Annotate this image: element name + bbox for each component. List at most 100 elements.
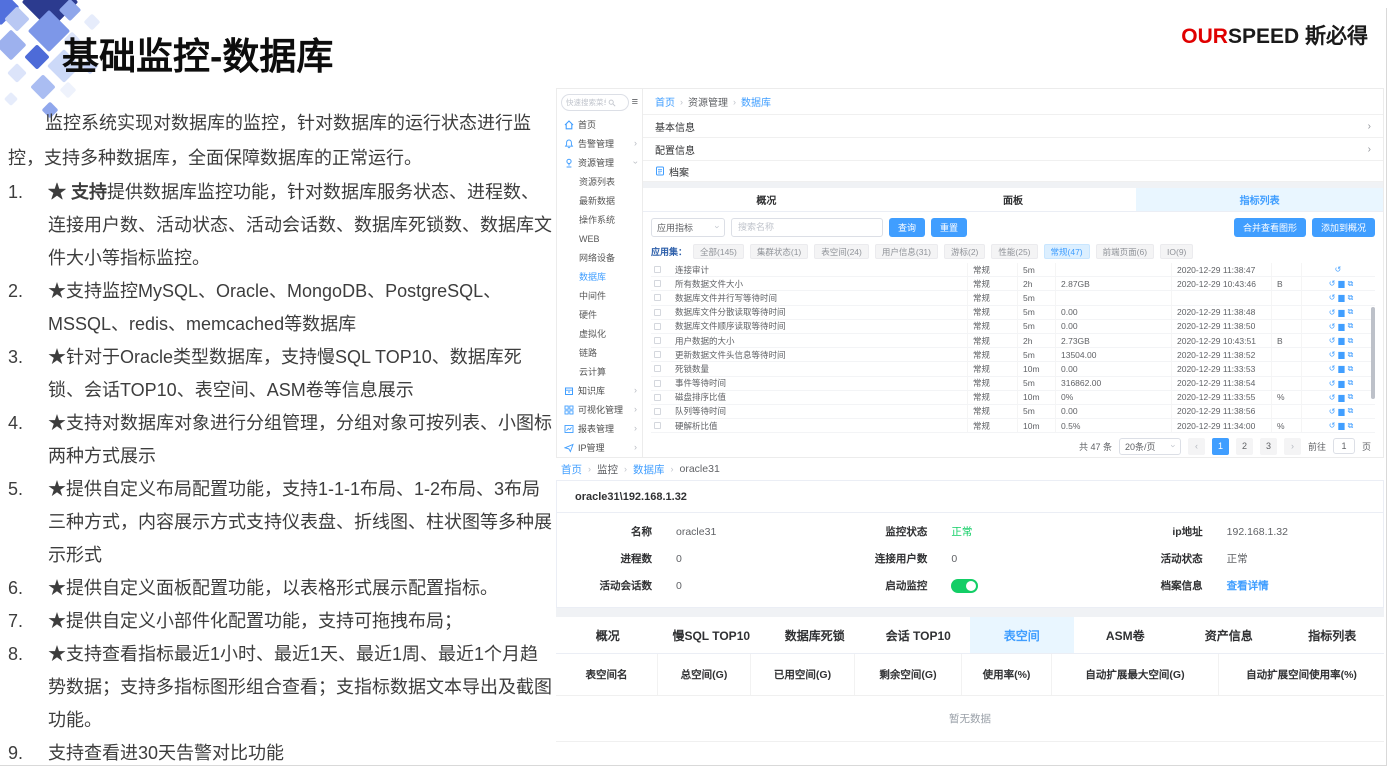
sidebar-item-resource[interactable]: 资源管理›: [557, 153, 642, 172]
external-link-icon[interactable]: ⧉: [1348, 321, 1354, 331]
quick-search-box[interactable]: [561, 94, 629, 111]
tab-metric-list[interactable]: 指标列表: [1281, 617, 1385, 653]
view-details-link[interactable]: 查看详情: [1227, 578, 1269, 593]
history-icon[interactable]: ↺: [1329, 364, 1336, 373]
row-checkbox[interactable]: [654, 294, 661, 301]
external-link-icon[interactable]: ⧉: [1348, 350, 1354, 360]
page-2-button[interactable]: 2: [1236, 438, 1253, 455]
metric-search-input[interactable]: [731, 218, 883, 237]
prev-page-button[interactable]: ‹: [1188, 438, 1205, 455]
add-to-overview-button[interactable]: 添加到概况: [1312, 218, 1375, 237]
sidebar-subitem-os[interactable]: 操作系统: [557, 210, 642, 229]
external-link-icon[interactable]: ⧉: [1348, 421, 1354, 431]
chip-all[interactable]: 全部(145): [693, 244, 744, 259]
chip-cluster-status[interactable]: 集群状态(1): [750, 244, 808, 259]
external-link-icon[interactable]: ⧉: [1348, 336, 1354, 346]
chart-icon[interactable]: ▆: [1338, 364, 1344, 373]
reset-button[interactable]: 重置: [931, 218, 967, 237]
external-link-icon[interactable]: ⧉: [1348, 392, 1354, 402]
external-link-icon[interactable]: ⧉: [1348, 406, 1354, 416]
chart-icon[interactable]: ▆: [1338, 393, 1344, 402]
chip-cursor[interactable]: 游标(2): [944, 244, 985, 259]
breadcrumb-home[interactable]: 首页: [655, 94, 675, 109]
history-icon[interactable]: ↺: [1329, 421, 1336, 430]
row-checkbox[interactable]: [654, 280, 661, 287]
sidebar-item-visualization[interactable]: 可视化管理›: [557, 400, 642, 419]
chart-icon[interactable]: ▆: [1338, 336, 1344, 345]
history-icon[interactable]: ↺: [1329, 379, 1336, 388]
chart-icon[interactable]: ▆: [1338, 279, 1344, 288]
sidebar-subitem-middleware[interactable]: 中间件: [557, 286, 642, 305]
chart-icon[interactable]: ▆: [1338, 379, 1344, 388]
section-basic-info[interactable]: 基本信息›: [643, 115, 1383, 138]
chip-regular[interactable]: 常规(47): [1044, 244, 1090, 259]
tab-panel[interactable]: 面板: [890, 188, 1137, 211]
sidebar-subitem-resource-list[interactable]: 资源列表: [557, 172, 642, 191]
external-link-icon[interactable]: ⧉: [1348, 364, 1354, 374]
chip-user-info[interactable]: 用户信息(31): [875, 244, 938, 259]
sidebar-item-alarm[interactable]: 告警管理›: [557, 134, 642, 153]
tab-db-deadlock[interactable]: 数据库死锁: [763, 617, 867, 653]
tab-asm-volume[interactable]: ASM卷: [1074, 617, 1178, 653]
merge-view-button[interactable]: 合并查看图形: [1234, 218, 1306, 237]
row-checkbox[interactable]: [654, 408, 661, 415]
external-link-icon[interactable]: ⧉: [1348, 279, 1354, 289]
sidebar-subitem-link[interactable]: 链路: [557, 343, 642, 362]
tab-overview[interactable]: 概况: [556, 617, 660, 653]
row-checkbox[interactable]: [654, 309, 661, 316]
history-icon[interactable]: ↺: [1335, 265, 1342, 274]
tab-session-top10[interactable]: 会话 TOP10: [867, 617, 971, 653]
row-checkbox[interactable]: [654, 337, 661, 344]
tab-asset-info[interactable]: 资产信息: [1177, 617, 1281, 653]
chart-icon[interactable]: ▆: [1338, 421, 1344, 430]
sidebar-subitem-web[interactable]: WEB: [557, 229, 642, 248]
section-archive[interactable]: 档案: [643, 161, 1383, 182]
chart-icon[interactable]: ▆: [1338, 322, 1344, 331]
chart-icon[interactable]: ▆: [1338, 350, 1344, 359]
sidebar-item-knowledge[interactable]: 知识库›: [557, 381, 642, 400]
tab-slow-sql-top10[interactable]: 慢SQL TOP10: [660, 617, 764, 653]
sidebar-item-home[interactable]: 首页: [557, 115, 642, 134]
tab-overview[interactable]: 概况: [643, 188, 890, 211]
breadcrumb-database[interactable]: 数据库: [633, 462, 665, 477]
sidebar-item-ip[interactable]: IP管理›: [557, 438, 642, 457]
sidebar-subitem-cloud[interactable]: 云计算: [557, 362, 642, 381]
chart-icon[interactable]: ▆: [1338, 308, 1344, 317]
chip-tablespace[interactable]: 表空间(24): [814, 244, 869, 259]
row-checkbox[interactable]: [654, 394, 661, 401]
row-checkbox[interactable]: [654, 266, 661, 273]
row-checkbox[interactable]: [654, 380, 661, 387]
row-checkbox[interactable]: [654, 365, 661, 372]
chart-icon[interactable]: ▆: [1338, 407, 1344, 416]
sidebar-subitem-database[interactable]: 数据库: [557, 267, 642, 286]
table-scrollbar[interactable]: [1371, 307, 1375, 399]
external-link-icon[interactable]: ⧉: [1348, 378, 1354, 388]
page-1-button[interactable]: 1: [1212, 438, 1229, 455]
metric-type-select[interactable]: 应用指标›: [651, 218, 725, 237]
chip-frontend[interactable]: 前端页面(6): [1096, 244, 1154, 259]
history-icon[interactable]: ↺: [1329, 336, 1336, 345]
breadcrumb-monitor[interactable]: 监控: [597, 462, 618, 477]
sidebar-subitem-virtualization[interactable]: 虚拟化: [557, 324, 642, 343]
breadcrumb-home[interactable]: 首页: [561, 462, 582, 477]
history-icon[interactable]: ↺: [1329, 293, 1336, 302]
sidebar-subitem-latest-data[interactable]: 最新数据: [557, 191, 642, 210]
history-icon[interactable]: ↺: [1329, 350, 1336, 359]
sidebar-item-report[interactable]: 报表管理›: [557, 419, 642, 438]
chip-performance[interactable]: 性能(25): [991, 244, 1037, 259]
history-icon[interactable]: ↺: [1329, 279, 1336, 288]
external-link-icon[interactable]: ⧉: [1348, 293, 1354, 303]
sidebar-subitem-network[interactable]: 网络设备: [557, 248, 642, 267]
sidebar-subitem-hardware[interactable]: 硬件: [557, 305, 642, 324]
row-checkbox[interactable]: [654, 351, 661, 358]
row-checkbox[interactable]: [654, 323, 661, 330]
monitor-toggle[interactable]: [951, 579, 978, 593]
chip-io[interactable]: IO(9): [1160, 244, 1193, 259]
history-icon[interactable]: ↺: [1329, 407, 1336, 416]
section-config-info[interactable]: 配置信息›: [643, 138, 1383, 161]
menu-collapse-icon[interactable]: ≡: [632, 97, 638, 108]
goto-page-input[interactable]: [1333, 438, 1355, 454]
history-icon[interactable]: ↺: [1329, 322, 1336, 331]
history-icon[interactable]: ↺: [1329, 393, 1336, 402]
breadcrumb-resource[interactable]: 资源管理: [688, 94, 728, 109]
